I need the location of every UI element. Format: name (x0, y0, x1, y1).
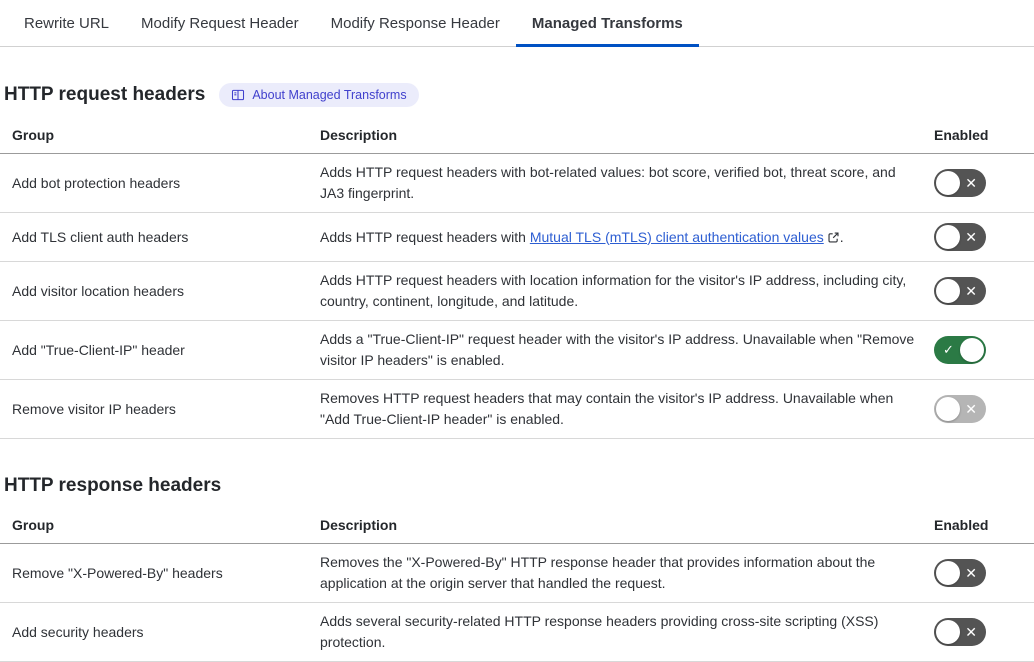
table-row: Remove "X-Powered-By" headers Removes the… (0, 544, 1034, 603)
enabled-cell: ✕ (934, 618, 1034, 646)
x-icon: ✕ (965, 559, 977, 587)
toggle-knob (936, 171, 960, 195)
column-header-enabled: Enabled (934, 517, 1034, 533)
table-header-row: GroupDescriptionEnabled (0, 117, 1034, 154)
group-label: Add "True-Client-IP" header (12, 342, 185, 358)
managed-transforms-content: HTTP request headers About Managed Transf… (0, 83, 1034, 662)
description-cell: Adds HTTP request headers with bot-relat… (320, 162, 916, 204)
description-cell: Removes the "X-Powered-By" HTTP response… (320, 552, 916, 594)
column-header-group: Group (12, 127, 320, 143)
description-text: Removes HTTP request headers that may co… (320, 390, 893, 427)
group-cell: Add visitor location headers (12, 283, 320, 299)
description-text: Adds HTTP request headers with location … (320, 272, 906, 309)
group-label: Add security headers (12, 624, 144, 640)
external-link-icon (827, 231, 840, 244)
tab-modify-response-header[interactable]: Modify Response Header (315, 0, 516, 46)
table-row: Add bot protection headers Adds HTTP requ… (0, 154, 1034, 213)
group-cell: Add security headers (12, 624, 320, 640)
x-icon: ✕ (965, 618, 977, 646)
tab-modify-request-header[interactable]: Modify Request Header (125, 0, 315, 46)
group-label: Add bot protection headers (12, 175, 180, 191)
toggle-knob (960, 338, 984, 362)
description-cell: Adds several security-related HTTP respo… (320, 611, 916, 653)
book-icon (231, 88, 245, 102)
group-label: Add visitor location headers (12, 283, 184, 299)
table-header-row: GroupDescriptionEnabled (0, 507, 1034, 544)
section-title: HTTP request headers (4, 84, 205, 106)
enabled-cell: ✓ (934, 336, 1034, 364)
group-label: Remove "X-Powered-By" headers (12, 565, 223, 581)
description-text: Adds HTTP request headers with bot-relat… (320, 164, 896, 201)
toggle-add-tls-client-auth-headers[interactable]: ✕ (934, 223, 986, 251)
section-header: HTTP request headers About Managed Transf… (0, 83, 1034, 107)
tab-managed-transforms[interactable]: Managed Transforms (516, 0, 699, 46)
toggle-remove-x-powered-by-headers[interactable]: ✕ (934, 559, 986, 587)
check-icon: ✓ (943, 336, 954, 364)
column-header-description: Description (320, 517, 934, 533)
toggle-knob (936, 225, 960, 249)
toggle-knob (936, 620, 960, 644)
badge-label: About Managed Transforms (252, 88, 406, 102)
description-cell: Adds HTTP request headers with Mutual TL… (320, 227, 916, 248)
section-header: HTTP response headers (0, 475, 1034, 497)
group-cell: Add TLS client auth headers (12, 229, 320, 245)
table-row: Add visitor location headers Adds HTTP re… (0, 262, 1034, 321)
column-header-description: Description (320, 127, 934, 143)
enabled-cell: ✕ (934, 559, 1034, 587)
group-label: Add TLS client auth headers (12, 229, 188, 245)
toggle-knob (936, 279, 960, 303)
group-label: Remove visitor IP headers (12, 401, 176, 417)
column-header-enabled: Enabled (934, 127, 1034, 143)
description-text: Adds several security-related HTTP respo… (320, 613, 878, 650)
toggle-add-bot-protection-headers[interactable]: ✕ (934, 169, 986, 197)
toggle-knob (936, 561, 960, 585)
group-cell: Remove "X-Powered-By" headers (12, 565, 320, 581)
toggle-add-visitor-location-headers[interactable]: ✕ (934, 277, 986, 305)
table-row: Remove visitor IP headers Removes HTTP re… (0, 380, 1034, 439)
description-text: Adds a "True-Client-IP" request header w… (320, 331, 914, 368)
about-managed-transforms-badge[interactable]: About Managed Transforms (219, 83, 418, 107)
x-icon: ✕ (965, 223, 977, 251)
column-header-group: Group (12, 517, 320, 533)
group-cell: Add bot protection headers (12, 175, 320, 191)
toggle-add-true-client-ip-header[interactable]: ✓ (934, 336, 986, 364)
toggle-add-security-headers[interactable]: ✕ (934, 618, 986, 646)
x-icon: ✕ (965, 277, 977, 305)
enabled-cell: ✕ (934, 169, 1034, 197)
description-text: Removes the "X-Powered-By" HTTP response… (320, 554, 875, 591)
x-icon: ✕ (965, 395, 977, 423)
description-cell: Adds HTTP request headers with location … (320, 270, 916, 312)
group-cell: Remove visitor IP headers (12, 401, 320, 417)
enabled-cell: ✕ (934, 395, 1034, 423)
table-row: Add "True-Client-IP" header Adds a "True-… (0, 321, 1034, 380)
description-cell: Adds a "True-Client-IP" request header w… (320, 329, 916, 371)
toggle-knob (936, 397, 960, 421)
enabled-cell: ✕ (934, 277, 1034, 305)
table-row: Add security headers Adds several securit… (0, 603, 1034, 662)
tab-bar: Rewrite URLModify Request HeaderModify R… (0, 0, 1034, 47)
description-cell: Removes HTTP request headers that may co… (320, 388, 916, 430)
section-title: HTTP response headers (4, 475, 221, 497)
group-cell: Add "True-Client-IP" header (12, 342, 320, 358)
tab-rewrite-url[interactable]: Rewrite URL (8, 0, 125, 46)
x-icon: ✕ (965, 169, 977, 197)
table-row: Add TLS client auth headers Adds HTTP req… (0, 213, 1034, 262)
enabled-cell: ✕ (934, 223, 1034, 251)
toggle-remove-visitor-ip-headers: ✕ (934, 395, 986, 423)
mutual-tls-mtls-client-authentication-values-link[interactable]: Mutual TLS (mTLS) client authentication … (530, 229, 824, 245)
